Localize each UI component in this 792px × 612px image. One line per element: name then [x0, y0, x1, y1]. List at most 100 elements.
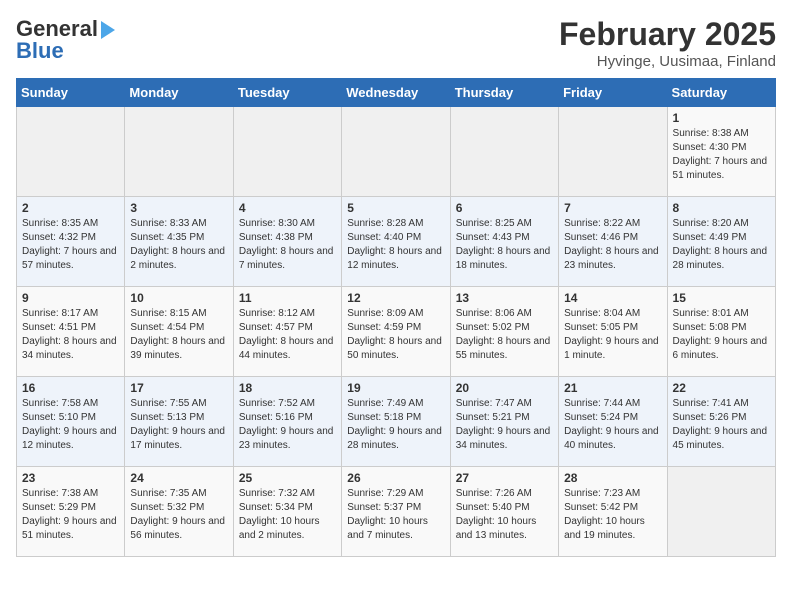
calendar-cell: 25 Sunrise: 7:32 AM Sunset: 5:34 PM Dayli… [233, 467, 341, 557]
day-info: Sunrise: 8:01 AM Sunset: 5:08 PM Dayligh… [673, 307, 770, 363]
calendar-cell: 28 Sunrise: 7:23 AM Sunset: 5:42 PM Dayli… [559, 467, 667, 557]
day-number: 25 [239, 471, 336, 485]
calendar-cell: 4Sunrise: 8:30 AM Sunset: 4:38 PM Daylig… [233, 197, 341, 287]
day-info: Sunrise: 7:23 AM Sunset: 5:42 PM Dayligh… [564, 487, 661, 543]
weekday-header-tuesday: Tuesday [233, 79, 341, 107]
day-info: Sunrise: 7:55 AM Sunset: 5:13 PM Dayligh… [130, 397, 227, 453]
day-number: 24 [130, 471, 227, 485]
day-number: 18 [239, 381, 336, 395]
calendar-title-section: February 2025 Hyvinge, Uusimaa, Finland [559, 16, 776, 70]
day-number: 7 [564, 201, 661, 215]
calendar-cell: 13 Sunrise: 8:06 AM Sunset: 5:02 PM Dayli… [450, 287, 558, 377]
day-number: 14 [564, 291, 661, 305]
day-info: Sunrise: 7:29 AM Sunset: 5:37 PM Dayligh… [347, 487, 444, 543]
calendar-cell: 6Sunrise: 8:25 AM Sunset: 4:43 PM Daylig… [450, 197, 558, 287]
day-info: Sunrise: 8:33 AM Sunset: 4:35 PM Dayligh… [130, 217, 227, 273]
weekday-header-wednesday: Wednesday [342, 79, 450, 107]
calendar-cell [667, 467, 775, 557]
day-number: 19 [347, 381, 444, 395]
day-info: Sunrise: 8:04 AM Sunset: 5:05 PM Dayligh… [564, 307, 661, 363]
weekday-header-friday: Friday [559, 79, 667, 107]
calendar-cell: 16 Sunrise: 7:58 AM Sunset: 5:10 PM Dayli… [17, 377, 125, 467]
day-number: 11 [239, 291, 336, 305]
day-info: Sunrise: 8:09 AM Sunset: 4:59 PM Dayligh… [347, 307, 444, 363]
calendar-cell [342, 107, 450, 197]
calendar-week-1: 1Sunrise: 8:38 AM Sunset: 4:30 PM Daylig… [17, 107, 776, 197]
calendar-cell: 21 Sunrise: 7:44 AM Sunset: 5:24 PM Dayli… [559, 377, 667, 467]
calendar-cell: 14 Sunrise: 8:04 AM Sunset: 5:05 PM Dayli… [559, 287, 667, 377]
logo-arrow-icon [101, 21, 115, 39]
day-number: 13 [456, 291, 553, 305]
day-number: 17 [130, 381, 227, 395]
calendar-cell: 27 Sunrise: 7:26 AM Sunset: 5:40 PM Dayli… [450, 467, 558, 557]
day-number: 20 [456, 381, 553, 395]
day-info: Sunrise: 8:30 AM Sunset: 4:38 PM Dayligh… [239, 217, 336, 273]
day-info: Sunrise: 8:28 AM Sunset: 4:40 PM Dayligh… [347, 217, 444, 273]
calendar-cell: 8 Sunrise: 8:20 AM Sunset: 4:49 PM Daylig… [667, 197, 775, 287]
calendar-cell: 2 Sunrise: 8:35 AM Sunset: 4:32 PM Daylig… [17, 197, 125, 287]
day-number: 23 [22, 471, 119, 485]
calendar-week-5: 23 Sunrise: 7:38 AM Sunset: 5:29 PM Dayli… [17, 467, 776, 557]
day-number: 16 [22, 381, 119, 395]
day-info: Sunrise: 7:35 AM Sunset: 5:32 PM Dayligh… [130, 487, 227, 543]
logo-blue: Blue [16, 38, 64, 64]
day-number: 9 [22, 291, 119, 305]
calendar-cell: 12 Sunrise: 8:09 AM Sunset: 4:59 PM Dayli… [342, 287, 450, 377]
calendar-cell: 23 Sunrise: 7:38 AM Sunset: 5:29 PM Dayli… [17, 467, 125, 557]
calendar-cell [17, 107, 125, 197]
calendar-week-2: 2 Sunrise: 8:35 AM Sunset: 4:32 PM Daylig… [17, 197, 776, 287]
day-info: Sunrise: 7:38 AM Sunset: 5:29 PM Dayligh… [22, 487, 119, 543]
calendar-cell: 9 Sunrise: 8:17 AM Sunset: 4:51 PM Daylig… [17, 287, 125, 377]
day-number: 3 [130, 201, 227, 215]
calendar-cell [450, 107, 558, 197]
day-number: 26 [347, 471, 444, 485]
day-number: 12 [347, 291, 444, 305]
day-info: Sunrise: 7:26 AM Sunset: 5:40 PM Dayligh… [456, 487, 553, 543]
day-info: Sunrise: 8:22 AM Sunset: 4:46 PM Dayligh… [564, 217, 661, 273]
calendar-subtitle: Hyvinge, Uusimaa, Finland [559, 53, 776, 70]
day-number: 8 [673, 201, 770, 215]
page-header: General Blue February 2025 Hyvinge, Uusi… [16, 16, 776, 70]
day-number: 22 [673, 381, 770, 395]
day-info: Sunrise: 8:35 AM Sunset: 4:32 PM Dayligh… [22, 217, 119, 273]
day-number: 28 [564, 471, 661, 485]
weekday-header-thursday: Thursday [450, 79, 558, 107]
weekday-header-row: SundayMondayTuesdayWednesdayThursdayFrid… [17, 79, 776, 107]
calendar-cell: 24 Sunrise: 7:35 AM Sunset: 5:32 PM Dayli… [125, 467, 233, 557]
calendar-cell: 26 Sunrise: 7:29 AM Sunset: 5:37 PM Dayli… [342, 467, 450, 557]
weekday-header-monday: Monday [125, 79, 233, 107]
calendar-week-4: 16 Sunrise: 7:58 AM Sunset: 5:10 PM Dayli… [17, 377, 776, 467]
calendar-cell: 20 Sunrise: 7:47 AM Sunset: 5:21 PM Dayli… [450, 377, 558, 467]
day-info: Sunrise: 7:49 AM Sunset: 5:18 PM Dayligh… [347, 397, 444, 453]
day-info: Sunrise: 8:06 AM Sunset: 5:02 PM Dayligh… [456, 307, 553, 363]
day-number: 5 [347, 201, 444, 215]
day-info: Sunrise: 8:17 AM Sunset: 4:51 PM Dayligh… [22, 307, 119, 363]
day-info: Sunrise: 7:47 AM Sunset: 5:21 PM Dayligh… [456, 397, 553, 453]
calendar-cell: 17 Sunrise: 7:55 AM Sunset: 5:13 PM Dayli… [125, 377, 233, 467]
day-info: Sunrise: 7:58 AM Sunset: 5:10 PM Dayligh… [22, 397, 119, 453]
day-info: Sunrise: 7:52 AM Sunset: 5:16 PM Dayligh… [239, 397, 336, 453]
day-number: 2 [22, 201, 119, 215]
calendar-cell: 18 Sunrise: 7:52 AM Sunset: 5:16 PM Dayli… [233, 377, 341, 467]
calendar-cell: 19 Sunrise: 7:49 AM Sunset: 5:18 PM Dayli… [342, 377, 450, 467]
day-number: 27 [456, 471, 553, 485]
day-info: Sunrise: 8:38 AM Sunset: 4:30 PM Dayligh… [673, 127, 770, 183]
day-info: Sunrise: 8:20 AM Sunset: 4:49 PM Dayligh… [673, 217, 770, 273]
calendar-cell: 15 Sunrise: 8:01 AM Sunset: 5:08 PM Dayli… [667, 287, 775, 377]
day-number: 21 [564, 381, 661, 395]
calendar-cell: 11 Sunrise: 8:12 AM Sunset: 4:57 PM Dayli… [233, 287, 341, 377]
calendar-title: February 2025 [559, 16, 776, 53]
calendar-cell: 1Sunrise: 8:38 AM Sunset: 4:30 PM Daylig… [667, 107, 775, 197]
calendar-cell: 10 Sunrise: 8:15 AM Sunset: 4:54 PM Dayli… [125, 287, 233, 377]
calendar-cell: 5 Sunrise: 8:28 AM Sunset: 4:40 PM Daylig… [342, 197, 450, 287]
day-number: 15 [673, 291, 770, 305]
day-info: Sunrise: 7:44 AM Sunset: 5:24 PM Dayligh… [564, 397, 661, 453]
day-info: Sunrise: 7:32 AM Sunset: 5:34 PM Dayligh… [239, 487, 336, 543]
day-info: Sunrise: 8:12 AM Sunset: 4:57 PM Dayligh… [239, 307, 336, 363]
day-info: Sunrise: 7:41 AM Sunset: 5:26 PM Dayligh… [673, 397, 770, 453]
day-info: Sunrise: 8:15 AM Sunset: 4:54 PM Dayligh… [130, 307, 227, 363]
calendar-cell: 3 Sunrise: 8:33 AM Sunset: 4:35 PM Daylig… [125, 197, 233, 287]
day-number: 10 [130, 291, 227, 305]
weekday-header-saturday: Saturday [667, 79, 775, 107]
logo: General Blue [16, 16, 115, 64]
